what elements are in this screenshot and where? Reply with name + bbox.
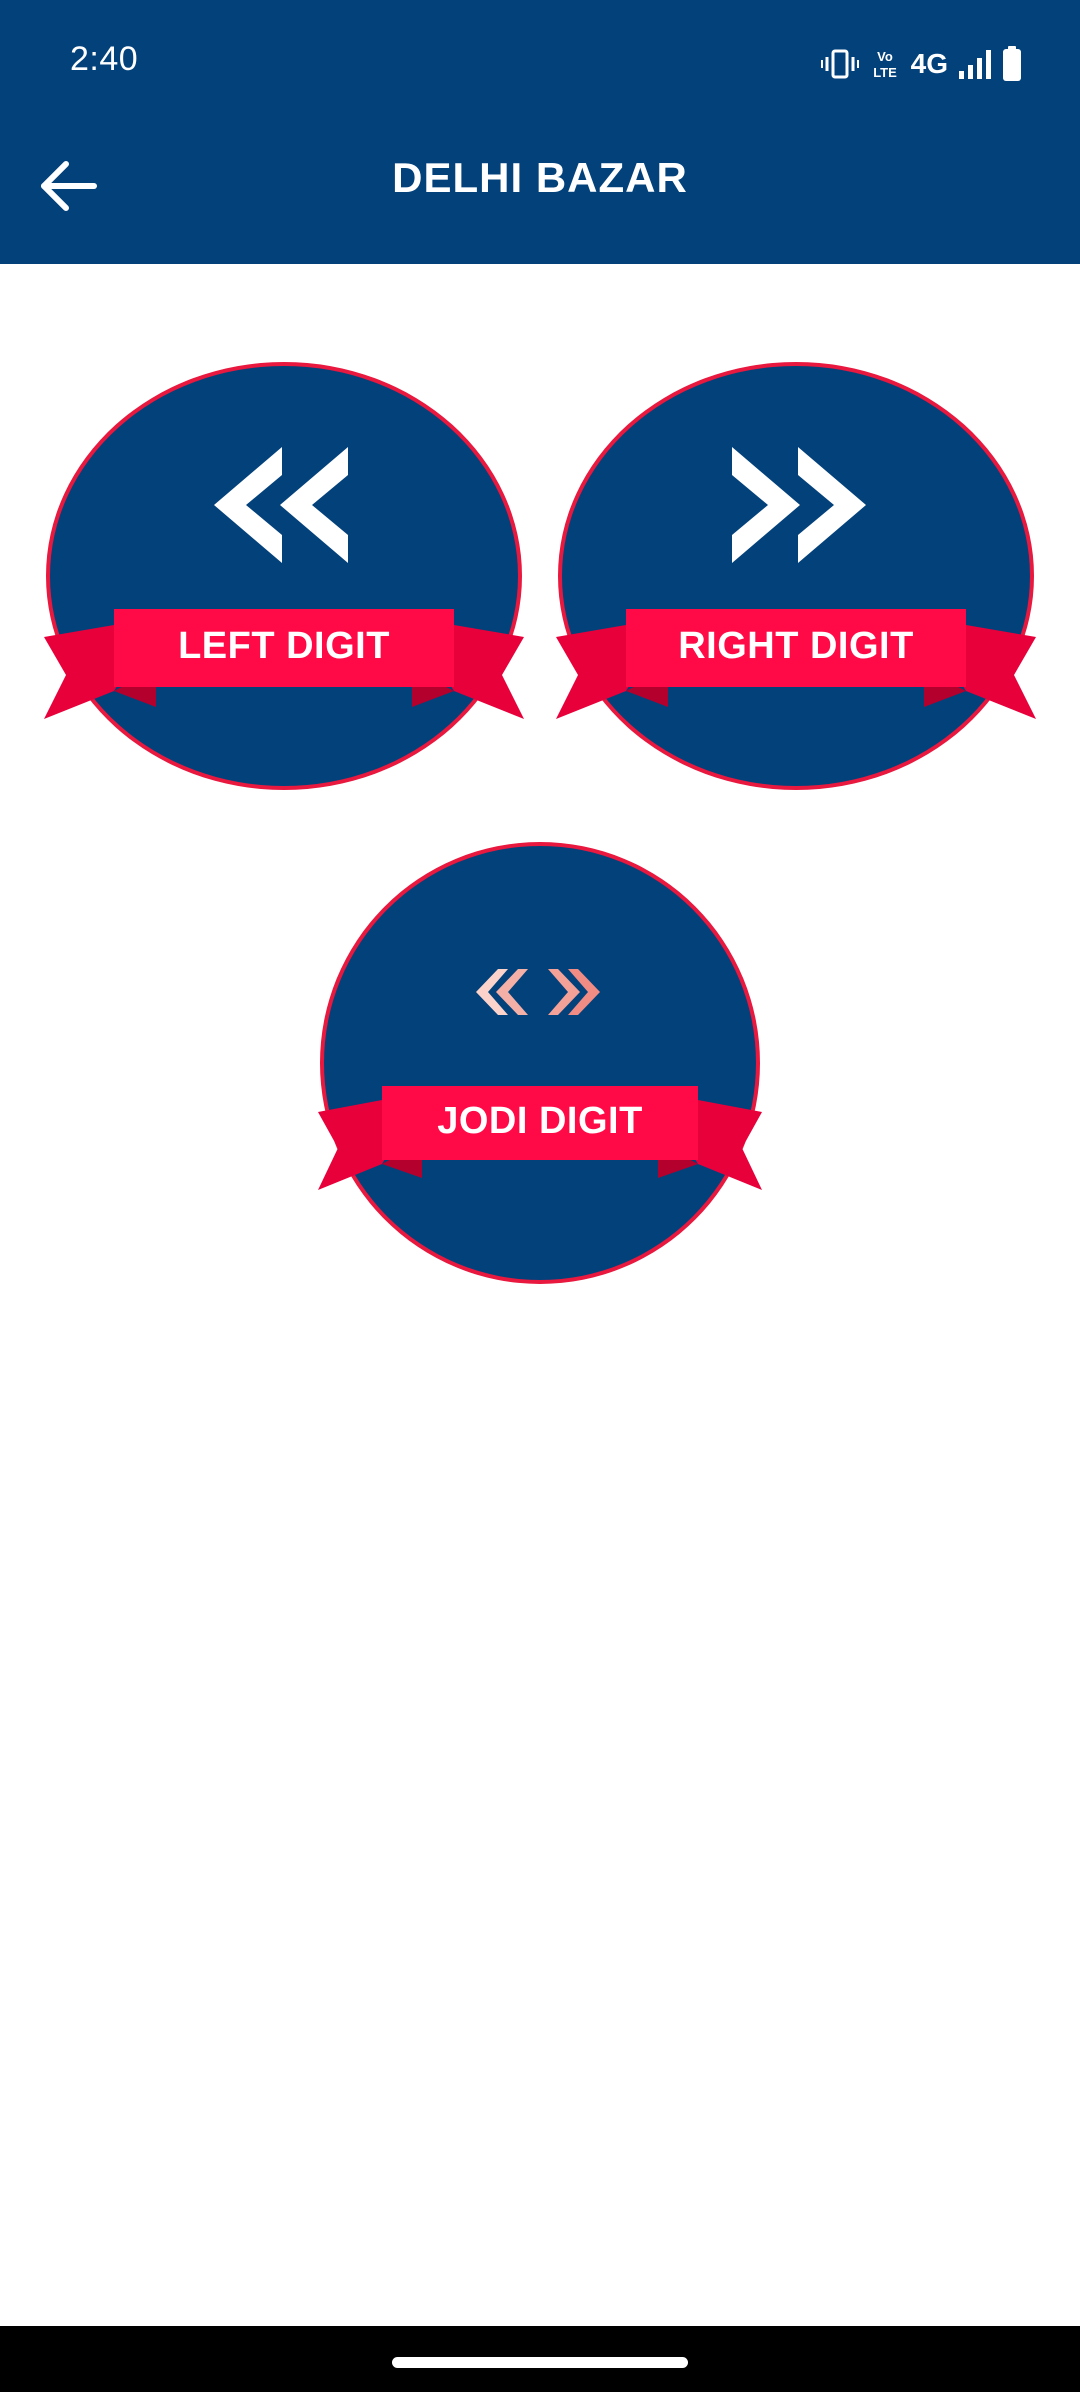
double-chevron-right-icon <box>732 447 866 563</box>
chevrons-in-out-icon <box>476 969 600 1015</box>
tile-circle <box>46 362 522 790</box>
tile-icon-wrap <box>318 969 762 1015</box>
tile-label: LEFT DIGIT <box>178 625 390 667</box>
volte-icon: Vo LTE <box>873 49 897 80</box>
tile-icon-wrap <box>44 447 524 563</box>
app-bar: 2:40 Vo LTE 4G DELHI BAZAR <box>0 0 1080 264</box>
svg-text:Vo: Vo <box>877 49 893 64</box>
tile-circle <box>558 362 1034 790</box>
signal-icon <box>959 50 991 79</box>
status-icons: Vo LTE 4G <box>820 44 1022 84</box>
tile-label: JODI DIGIT <box>437 1100 643 1142</box>
tile-circle <box>320 842 760 1284</box>
home-gesture-handle[interactable] <box>392 2357 688 2368</box>
left-digit-button[interactable]: LEFT DIGIT <box>44 362 524 790</box>
status-time: 2:40 <box>70 40 139 78</box>
screen: 2:40 Vo LTE 4G DELHI BAZAR LEFT DIGIT RI… <box>0 0 1080 2392</box>
right-digit-button[interactable]: RIGHT DIGIT <box>556 362 1036 790</box>
jodi-digit-button[interactable]: JODI DIGIT <box>318 842 762 1284</box>
page-title: DELHI BAZAR <box>392 154 688 201</box>
gesture-nav-bar <box>0 2326 1080 2392</box>
tile-icon-wrap <box>556 447 1036 563</box>
svg-text:LTE: LTE <box>873 65 897 80</box>
network-type: 4G <box>910 48 948 79</box>
double-chevron-left-icon <box>214 447 348 563</box>
battery-icon <box>1003 46 1021 81</box>
tile-label: RIGHT DIGIT <box>678 625 914 667</box>
vibrate-icon <box>820 49 859 79</box>
